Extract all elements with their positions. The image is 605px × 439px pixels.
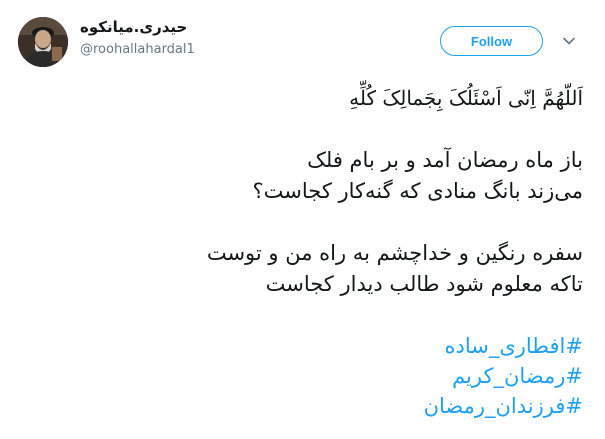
tweet-card: حیدری.میانکوه @roohallahardal1 Follow اَ… xyxy=(0,0,605,439)
follow-button[interactable]: Follow xyxy=(440,26,543,56)
tweet-line: می‌زند بانگ منادی که گنه‌کار کجاست؟ xyxy=(252,179,584,203)
user-avatar-icon xyxy=(18,17,68,67)
hashtag-link[interactable]: #افطاری_ساده xyxy=(444,331,583,361)
tweet-text: اَللّهُمَّ اِنّی اَسْئَلُکَ بِجَمالِکَ ک… xyxy=(22,82,583,421)
tweet-line: اَللّهُمَّ اِنّی اَسْئَلُکَ بِجَمالِکَ ک… xyxy=(349,86,583,110)
avatar[interactable] xyxy=(18,17,68,67)
tweet-line: سفره رنگین و خداچشم به راه من و توست xyxy=(206,241,583,265)
chevron-down-icon[interactable] xyxy=(562,34,576,48)
user-handle[interactable]: @roohallahardal1 xyxy=(80,42,195,57)
display-name[interactable]: حیدری.میانکوه xyxy=(80,18,187,36)
hashtag-link[interactable]: #رمضان_کریم xyxy=(452,361,583,391)
tweet-line: باز ماه رمضان آمد و بر بام فلک xyxy=(307,148,583,172)
hashtag-link[interactable]: #فرزندان_رمضان xyxy=(424,391,583,421)
tweet-line: تاکه معلوم شود طالب دیدار کجاست xyxy=(265,272,583,296)
